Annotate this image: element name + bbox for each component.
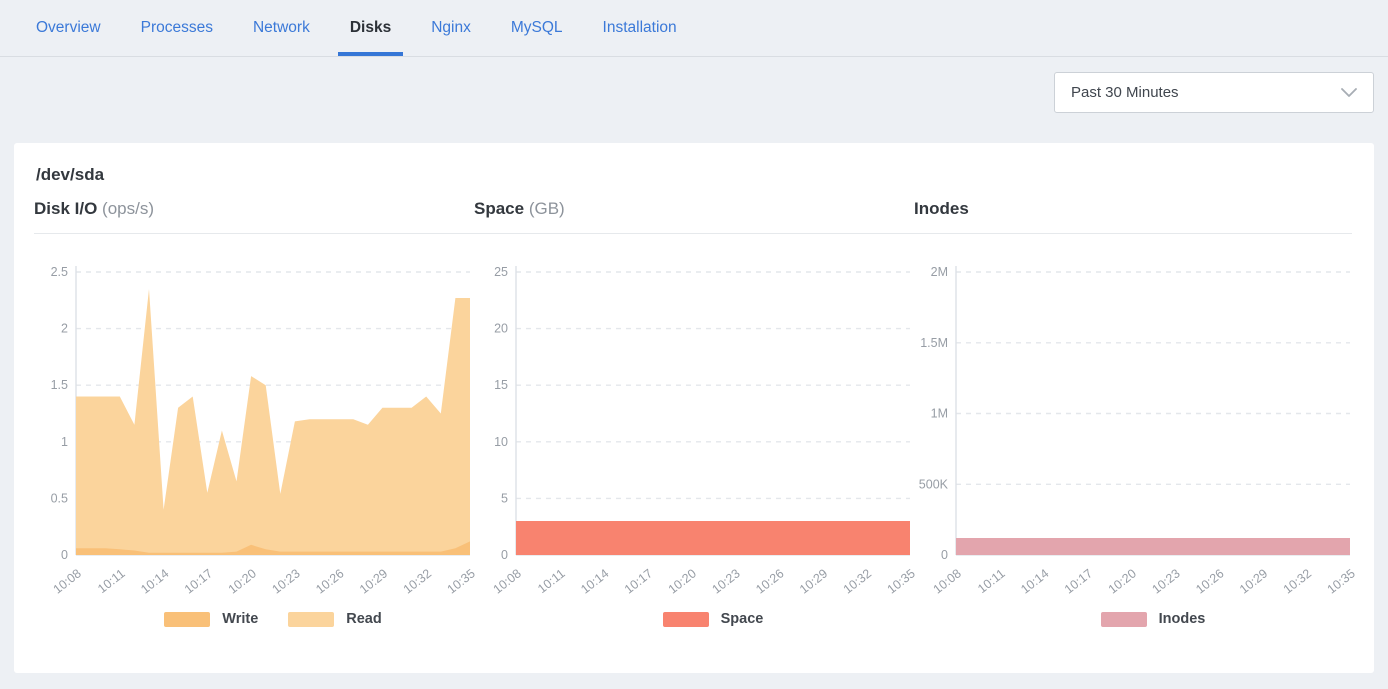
y-tick-label: 2 xyxy=(61,322,68,336)
inodes-chart-title: Inodes xyxy=(914,199,1350,219)
space-chart-title: Space (GB) xyxy=(474,199,910,219)
x-tick-label: 10:26 xyxy=(313,566,346,596)
y-tick-label: 5 xyxy=(501,491,508,505)
device-title: /dev/sda xyxy=(14,165,1374,185)
inodes-legend: Inodes xyxy=(956,611,1350,627)
y-tick-label: 0.5 xyxy=(51,491,68,505)
chevron-down-icon xyxy=(1341,88,1357,98)
x-tick-label: 10:11 xyxy=(535,566,568,596)
chart-title-text: Space xyxy=(474,199,524,218)
space-chart-column: 0 5 10 15 20 25 10:08 10:11 10:14 10:17 10:20 10:23… xyxy=(474,262,910,627)
y-tick-label: 1.5 xyxy=(51,378,68,392)
legend-swatch-icon xyxy=(164,612,210,627)
x-tick-label: 10:14 xyxy=(1018,566,1051,596)
toolbar: Past 30 Minutes xyxy=(0,57,1388,143)
y-tick-label: 1 xyxy=(61,435,68,449)
x-tick-label: 10:29 xyxy=(1237,566,1270,596)
x-tick-label: 10:14 xyxy=(578,566,611,596)
chart-title-unit: (ops/s) xyxy=(102,199,154,218)
y-tick-label: 500K xyxy=(919,477,949,491)
y-tick-label: 2.5 xyxy=(51,265,68,279)
tab-network[interactable]: Network xyxy=(241,0,322,56)
x-tick-label: 10:17 xyxy=(182,566,215,596)
charts-row: 0 0.5 1 1.5 2 2.5 10:08 10:11 10:14 10:17 10:20 10:… xyxy=(14,234,1374,627)
legend-item-inodes[interactable]: Inodes xyxy=(1101,611,1206,627)
x-tick-label: 10:20 xyxy=(1106,566,1139,596)
x-tick-label: 10:35 xyxy=(885,566,918,596)
legend-label: Read xyxy=(346,611,381,627)
time-range-select[interactable]: Past 30 Minutes xyxy=(1054,72,1374,113)
disk-io-chart-column: 0 0.5 1 1.5 2 2.5 10:08 10:11 10:14 10:17 10:20 10:… xyxy=(34,262,470,627)
legend-item-write[interactable]: Write xyxy=(164,611,258,627)
x-tick-label: 10:26 xyxy=(753,566,786,596)
x-tick-label: 10:17 xyxy=(622,566,655,596)
x-tick-label: 10:29 xyxy=(357,566,390,596)
chart-title-text: Inodes xyxy=(914,199,969,218)
y-tick-label: 0 xyxy=(941,548,948,562)
legend-swatch-icon xyxy=(288,612,334,627)
tab-disks[interactable]: Disks xyxy=(338,0,403,56)
x-tick-label: 10:23 xyxy=(1149,566,1182,596)
space-chart[interactable]: 0 5 10 15 20 25 10:08 10:11 10:14 10:17 10:20 10:23… xyxy=(474,262,910,605)
legend-item-read[interactable]: Read xyxy=(288,611,381,627)
disk-io-chart[interactable]: 0 0.5 1 1.5 2 2.5 10:08 10:11 10:14 10:17 10:20 10:… xyxy=(34,262,470,605)
space-legend: Space xyxy=(516,611,910,627)
chart-title-text: Disk I/O xyxy=(34,199,97,218)
chart-title-unit: (GB) xyxy=(529,199,565,218)
inodes-chart-column: 0 500K 1M 1.5M 2M 10:08 10:11 10:14 10:17 10:20 10… xyxy=(914,262,1350,627)
y-tick-label: 0 xyxy=(61,548,68,562)
x-tick-label: 10:29 xyxy=(797,566,830,596)
x-tick-label: 10:20 xyxy=(666,566,699,596)
area-series-inodes xyxy=(956,538,1350,555)
area-series-space xyxy=(516,521,910,555)
y-tick-label: 1M xyxy=(931,407,948,421)
legend-swatch-icon xyxy=(663,612,709,627)
tab-mysql[interactable]: MySQL xyxy=(499,0,575,56)
x-tick-label: 10:23 xyxy=(269,566,302,596)
x-tick-label: 10:08 xyxy=(931,566,964,596)
legend-label: Write xyxy=(222,611,258,627)
top-tab-bar: Overview Processes Network Disks Nginx M… xyxy=(0,0,1388,57)
x-tick-label: 10:23 xyxy=(709,566,742,596)
legend-item-space[interactable]: Space xyxy=(663,611,764,627)
x-tick-label: 10:35 xyxy=(1325,566,1358,596)
y-tick-label: 15 xyxy=(494,378,508,392)
x-tick-label: 10:32 xyxy=(401,566,434,596)
x-tick-label: 10:35 xyxy=(445,566,478,596)
legend-label: Inodes xyxy=(1159,611,1206,627)
x-tick-label: 10:11 xyxy=(975,566,1008,596)
x-tick-label: 10:26 xyxy=(1193,566,1226,596)
disk-io-chart-title: Disk I/O (ops/s) xyxy=(34,199,470,219)
time-range-value: Past 30 Minutes xyxy=(1071,84,1179,101)
x-tick-label: 10:11 xyxy=(95,566,128,596)
y-tick-label: 20 xyxy=(494,322,508,336)
x-tick-label: 10:32 xyxy=(1281,566,1314,596)
tab-processes[interactable]: Processes xyxy=(129,0,225,56)
y-tick-label: 1.5M xyxy=(920,336,948,350)
y-tick-label: 25 xyxy=(494,265,508,279)
y-tick-label: 2M xyxy=(931,265,948,279)
legend-label: Space xyxy=(721,611,764,627)
disk-panel: /dev/sda Disk I/O (ops/s) Space (GB) Ino… xyxy=(14,143,1374,673)
x-tick-label: 10:17 xyxy=(1062,566,1095,596)
inodes-chart[interactable]: 0 500K 1M 1.5M 2M 10:08 10:11 10:14 10:17 10:20 10… xyxy=(914,262,1350,605)
chart-titles-row: Disk I/O (ops/s) Space (GB) Inodes xyxy=(34,199,1352,234)
y-tick-label: 0 xyxy=(501,548,508,562)
tab-nginx[interactable]: Nginx xyxy=(419,0,483,56)
x-tick-label: 10:20 xyxy=(226,566,259,596)
y-tick-label: 10 xyxy=(494,435,508,449)
x-tick-label: 10:08 xyxy=(51,566,84,596)
x-tick-label: 10:14 xyxy=(138,566,171,596)
tab-overview[interactable]: Overview xyxy=(24,0,113,56)
legend-swatch-icon xyxy=(1101,612,1147,627)
disk-io-legend: Write Read xyxy=(76,611,470,627)
x-tick-label: 10:32 xyxy=(841,566,874,596)
tab-installation[interactable]: Installation xyxy=(591,0,689,56)
x-tick-label: 10:08 xyxy=(491,566,524,596)
